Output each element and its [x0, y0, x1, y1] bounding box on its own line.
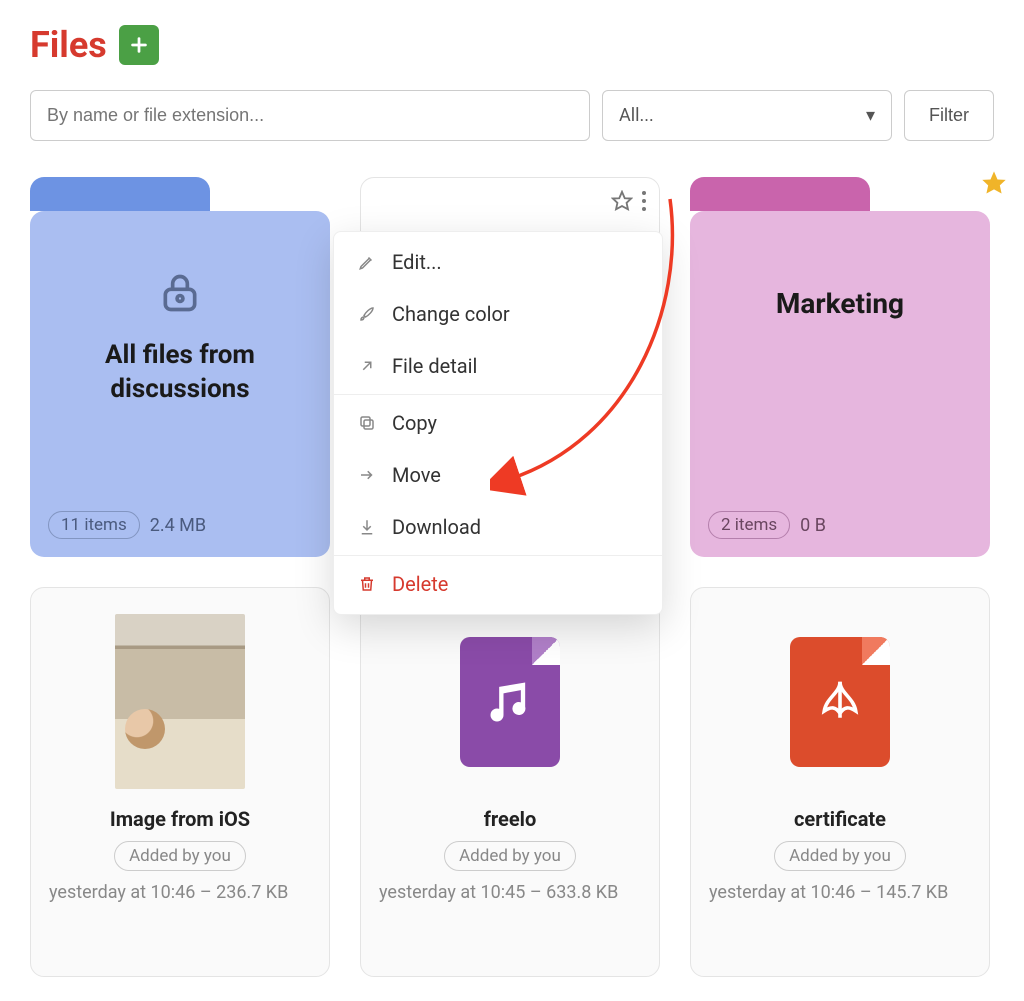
folder-size: 2.4 MB — [150, 515, 206, 536]
folder-title: Marketing — [776, 287, 904, 320]
chevron-down-icon: ▾ — [866, 105, 875, 126]
menu-item-download[interactable]: Download — [334, 501, 662, 553]
added-by-badge: Added by you — [114, 841, 246, 871]
folder-card-marketing[interactable]: Marketing 2 items 0 B — [690, 177, 990, 557]
arrow-out-icon — [356, 357, 378, 375]
file-thumbnail — [110, 614, 250, 789]
file-meta: yesterday at 10:46 – 145.7 KB — [709, 879, 948, 906]
file-card-pdf[interactable]: certificate Added by you yesterday at 10… — [690, 587, 990, 977]
download-icon — [356, 518, 378, 536]
folder-size: 0 B — [800, 515, 826, 536]
added-by-badge: Added by you — [774, 841, 906, 871]
folder-tab — [30, 177, 210, 211]
menu-label: Edit... — [392, 250, 442, 274]
star-filled-icon — [980, 169, 1008, 201]
copy-icon — [356, 414, 378, 432]
pdf-file-icon — [790, 637, 890, 767]
page-title: Files — [30, 24, 107, 66]
add-file-button[interactable] — [119, 25, 159, 65]
file-thumbnail — [770, 614, 910, 789]
brush-icon — [356, 305, 378, 323]
star-icon[interactable] — [611, 190, 633, 216]
filter-button[interactable]: Filter — [904, 90, 994, 141]
menu-item-copy[interactable]: Copy — [334, 397, 662, 449]
menu-item-move[interactable]: Move — [334, 449, 662, 501]
context-menu: Edit... Change color File detail Copy Mo… — [333, 231, 663, 615]
pencil-icon — [356, 253, 378, 271]
lock-icon — [158, 271, 202, 319]
menu-label: Download — [392, 515, 481, 539]
menu-item-change-color[interactable]: Change color — [334, 288, 662, 340]
more-menu-button[interactable] — [641, 190, 647, 216]
trash-icon — [356, 575, 378, 593]
file-meta: yesterday at 10:46 – 236.7 KB — [49, 879, 288, 906]
items-count-badge: 2 items — [708, 511, 790, 539]
file-meta: yesterday at 10:45 – 633.8 KB — [379, 879, 618, 906]
arrow-right-icon — [356, 466, 378, 484]
added-by-badge: Added by you — [444, 841, 576, 871]
image-thumbnail — [115, 614, 245, 789]
file-thumbnail — [440, 614, 580, 789]
audio-file-icon — [460, 637, 560, 767]
file-card-image[interactable]: Image from iOS Added by you yesterday at… — [30, 587, 330, 977]
folder-tab — [690, 177, 870, 211]
plus-icon — [128, 34, 150, 56]
file-name: certificate — [794, 807, 886, 831]
folder-title: All files from discussions — [50, 339, 310, 407]
file-card-audio[interactable]: freelo Added by you yesterday at 10:45 –… — [360, 587, 660, 977]
items-count-badge: 11 items — [48, 511, 140, 539]
type-filter-select[interactable]: All... ▾ — [602, 90, 892, 141]
search-input[interactable] — [30, 90, 590, 141]
menu-item-file-detail[interactable]: File detail — [334, 340, 662, 392]
menu-label: File detail — [392, 354, 477, 378]
menu-label: Move — [392, 463, 441, 487]
menu-label: Change color — [392, 302, 510, 326]
file-name: Image from iOS — [110, 807, 250, 831]
menu-label: Copy — [392, 411, 437, 435]
menu-label: Delete — [392, 572, 448, 596]
menu-item-edit[interactable]: Edit... — [334, 236, 662, 288]
file-name: freelo — [484, 807, 536, 831]
folder-card-all-files[interactable]: All files from discussions 11 items 2.4 … — [30, 177, 330, 557]
menu-item-delete[interactable]: Delete — [334, 558, 662, 610]
type-filter-label: All... — [619, 105, 654, 126]
